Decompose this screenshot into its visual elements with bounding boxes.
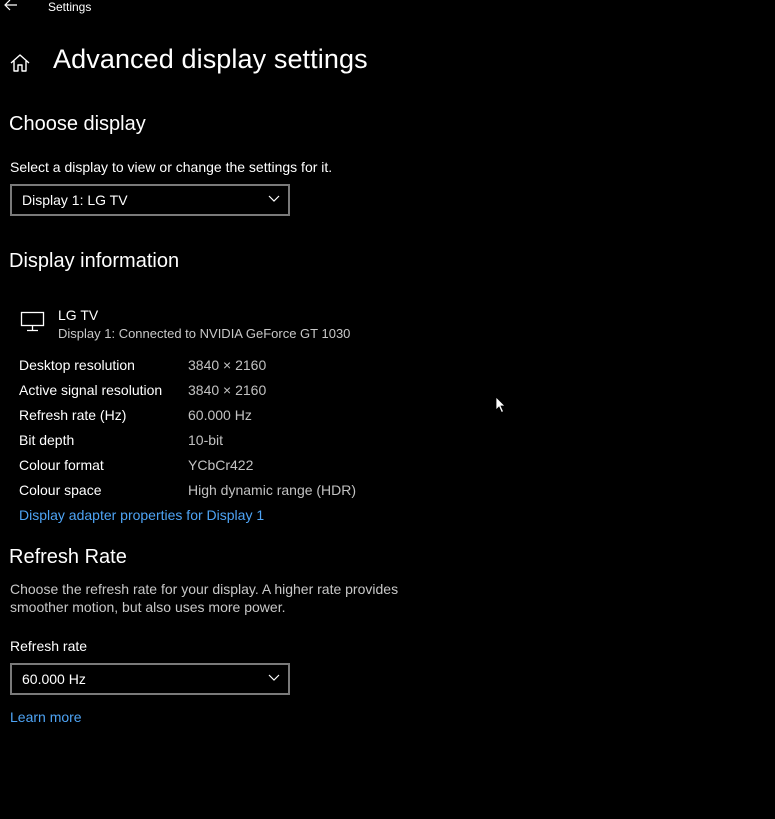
info-label: Active signal resolution [19, 382, 163, 398]
refresh-rate-select[interactable]: 60.000 Hz [10, 663, 290, 695]
refresh-rate-description-line1: Choose the refresh rate for your display… [10, 581, 399, 597]
info-value: 60.000 Hz [188, 407, 252, 423]
title-bar: Settings [0, 0, 775, 16]
home-button[interactable] [9, 52, 31, 74]
back-arrow-icon [4, 0, 17, 11]
refresh-rate-heading: Refresh Rate [9, 546, 127, 568]
home-icon [10, 54, 30, 72]
info-value: 3840 × 2160 [188, 382, 267, 398]
refresh-rate-label: Refresh rate [10, 638, 88, 654]
info-label: Colour format [19, 457, 104, 473]
info-label: Desktop resolution [19, 357, 135, 373]
display-information-heading: Display information [9, 250, 180, 272]
choose-display-prompt: Select a display to view or change the s… [10, 159, 333, 175]
info-value: High dynamic range (HDR) [188, 482, 357, 498]
info-value: 3840 × 2160 [188, 357, 267, 373]
display-select[interactable]: Display 1: LG TV [10, 184, 290, 216]
monitor-icon [20, 311, 45, 332]
app-title: Settings [48, 0, 92, 14]
display-adapter-properties-link[interactable]: Display adapter properties for Display 1 [19, 507, 264, 523]
refresh-rate-description-line2: smoother motion, but also uses more powe… [10, 599, 286, 615]
info-label: Bit depth [19, 432, 75, 448]
display-select-value: Display 1: LG TV [22, 192, 128, 208]
page-title: Advanced display settings [53, 44, 368, 74]
chevron-down-icon [268, 674, 280, 681]
info-label: Colour space [19, 482, 102, 498]
info-value: YCbCr422 [188, 457, 254, 473]
info-value: 10-bit [188, 432, 224, 448]
monitor-connection: Display 1: Connected to NVIDIA GeForce G… [58, 326, 351, 341]
learn-more-link[interactable]: Learn more [10, 709, 82, 725]
monitor-name: LG TV [58, 307, 99, 323]
mouse-cursor-icon [495, 396, 506, 414]
refresh-rate-select-value: 60.000 Hz [22, 671, 86, 687]
settings-window: Settings Advanced display settings Choos… [0, 0, 775, 819]
choose-display-heading: Choose display [9, 113, 146, 135]
info-label: Refresh rate (Hz) [19, 407, 127, 423]
chevron-down-icon [268, 195, 280, 202]
back-button[interactable] [2, 0, 20, 14]
